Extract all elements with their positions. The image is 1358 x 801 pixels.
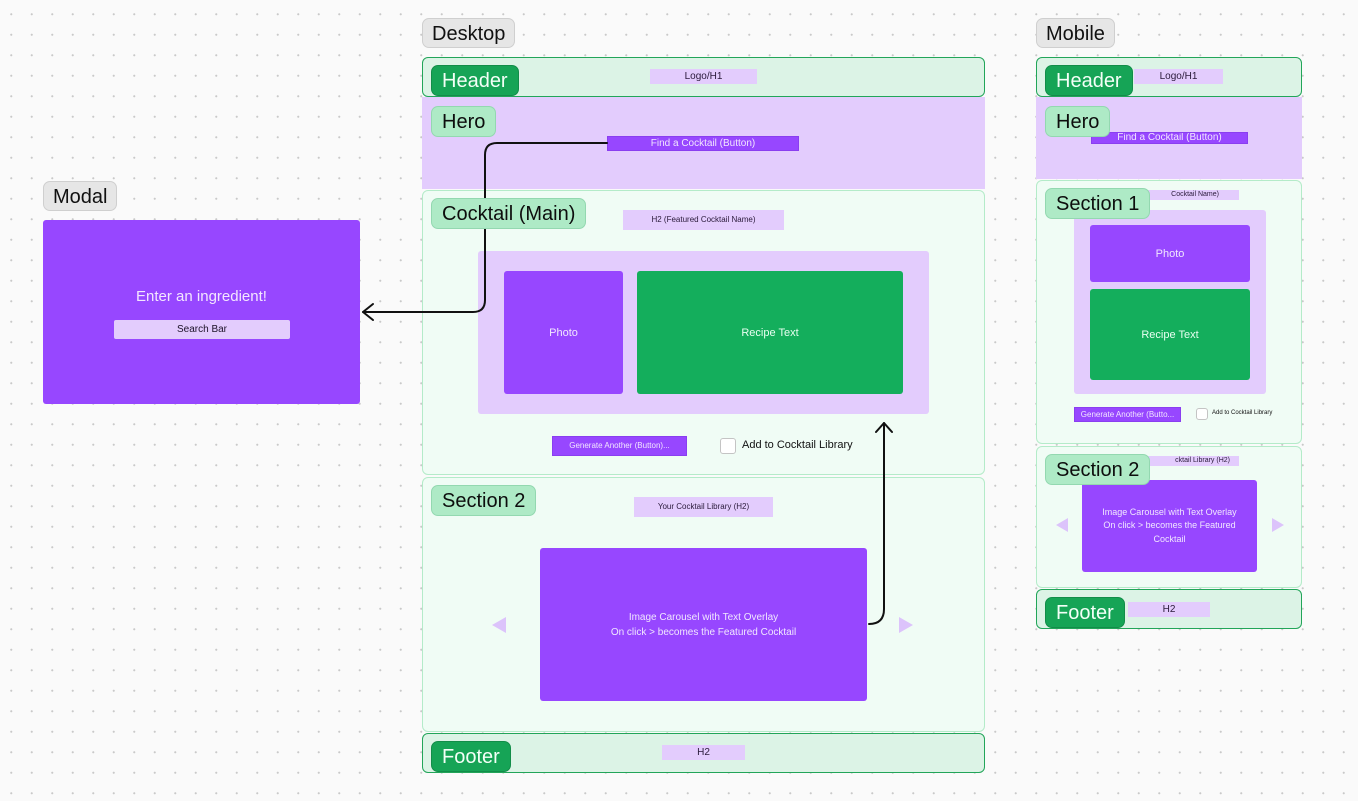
mobile-carousel-text-line1: Image Carousel with Text Overlay — [1102, 506, 1237, 517]
modal-frame-title: Modal — [43, 181, 118, 211]
desktop-footer-h2: H2 — [662, 745, 745, 760]
mobile-carousel-text-line3: Cocktail — [1153, 533, 1186, 544]
mobile-add-library-checkbox[interactable] — [1196, 408, 1208, 420]
mobile-generate-another-button[interactable]: Generate Another (Butto... — [1074, 407, 1181, 422]
desktop-add-library-label[interactable]: Add to Cocktail Library — [742, 439, 853, 451]
desktop-logo-placeholder[interactable]: Logo/H1 — [650, 69, 757, 84]
desktop-main-tag: Cocktail (Main) — [431, 198, 587, 229]
mobile-hero-tag: Hero — [1045, 106, 1111, 137]
desktop-section2-tag: Section 2 — [431, 485, 537, 516]
desktop-hero-tag: Hero — [431, 106, 497, 137]
mobile-carousel-prev-icon[interactable] — [1056, 518, 1068, 532]
mobile-frame-title: Mobile — [1036, 18, 1115, 48]
desktop-header-tag: Header — [431, 65, 519, 96]
mobile-footer-h2: H2 — [1128, 602, 1210, 617]
mobile-photo: Photo — [1090, 225, 1250, 282]
mobile-section1-tag: Section 1 — [1045, 188, 1151, 219]
carousel-text-line2: On click > becomes the Featured Cocktail — [610, 626, 797, 638]
desktop-footer-tag: Footer — [431, 741, 511, 772]
mobile-add-library-label[interactable]: Add to Cocktail Library — [1212, 410, 1272, 416]
desktop-photo: Photo — [504, 271, 623, 394]
desktop-add-library-checkbox[interactable] — [720, 438, 736, 454]
modal: Enter an ingredient! Search Bar — [43, 220, 360, 404]
mobile-header-tag: Header — [1045, 65, 1133, 96]
search-bar[interactable]: Search Bar — [114, 320, 290, 339]
desktop-frame-title: Desktop — [422, 18, 516, 48]
arrowhead-modal-icon — [362, 303, 374, 321]
desktop-carousel[interactable]: Image Carousel with Text Overlay On clic… — [540, 548, 867, 701]
desktop-library-h2: Your Cocktail Library (H2) — [634, 497, 773, 517]
modal-heading: Enter an ingredient! — [136, 288, 267, 305]
desktop-recipe-text: Recipe Text — [637, 271, 903, 394]
carousel-text-line1: Image Carousel with Text Overlay — [628, 611, 779, 623]
desktop-find-cocktail-button[interactable]: Find a Cocktail (Button) — [607, 136, 799, 151]
mobile-carousel-text-line2: On click > becomes the Featured — [1103, 520, 1236, 531]
mobile-carousel-next-icon[interactable] — [1272, 518, 1284, 532]
mobile-logo-placeholder[interactable]: Logo/H1 — [1134, 69, 1223, 84]
carousel-next-icon[interactable] — [899, 617, 913, 633]
mobile-footer-tag: Footer — [1045, 597, 1125, 628]
mobile-section2-tag: Section 2 — [1045, 454, 1151, 485]
desktop-featured-h2: H2 (Featured Cocktail Name) — [623, 210, 784, 230]
mobile-carousel[interactable]: Image Carousel with Text Overlay On clic… — [1082, 480, 1257, 572]
carousel-prev-icon[interactable] — [492, 617, 506, 633]
mobile-recipe-text: Recipe Text — [1090, 289, 1250, 380]
mobile-find-cocktail-button[interactable]: Find a Cocktail (Button) — [1091, 132, 1248, 144]
desktop-generate-another-button[interactable]: Generate Another (Button)... — [552, 436, 687, 456]
